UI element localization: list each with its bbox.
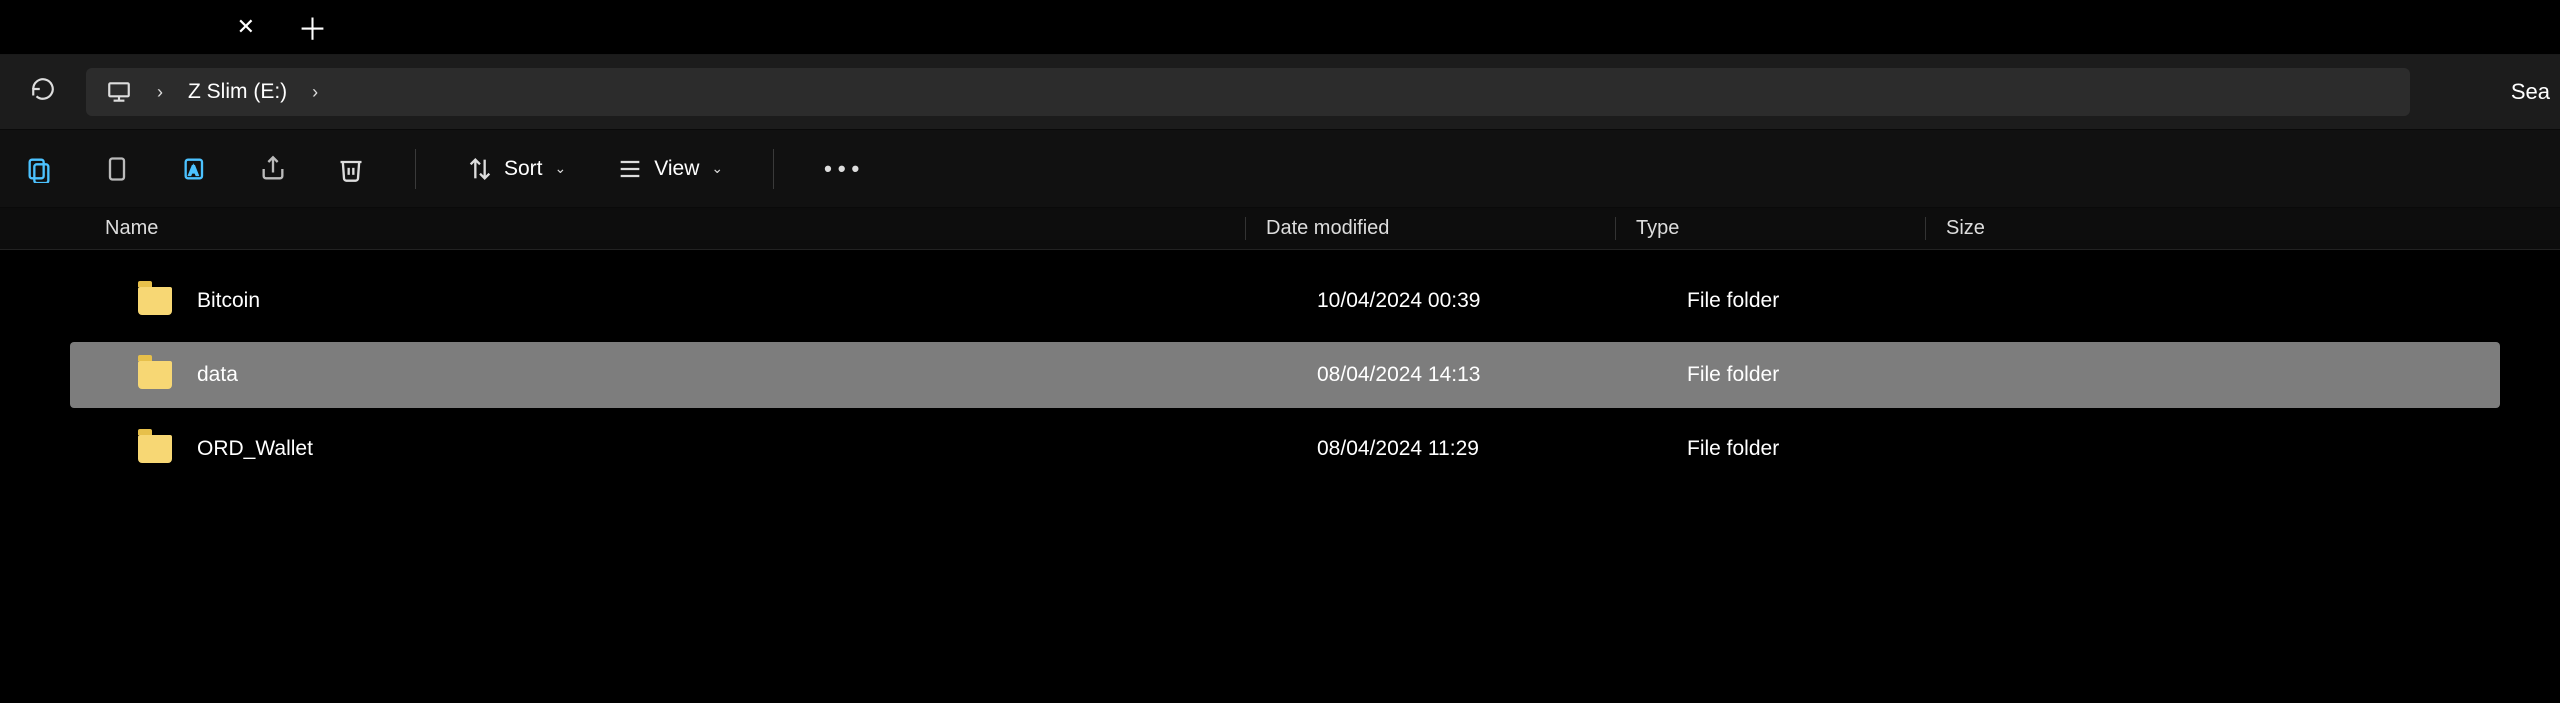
file-type: File folder (1687, 289, 1997, 313)
tab-strip: ✕ ＋ (0, 0, 2560, 55)
column-date[interactable]: Date modified (1245, 217, 1615, 240)
toolbar: A Sort ⌄ View ⌄ ••• (0, 130, 2560, 208)
copy-button[interactable]: A (181, 155, 209, 183)
address-bar-row: › Z Slim (E:) › Sea (0, 55, 2560, 130)
sort-label: Sort (504, 157, 543, 181)
column-name[interactable]: Name (15, 217, 1245, 240)
folder-icon (138, 361, 172, 389)
column-headers: ˄ Name Date modified Type Size (0, 208, 2560, 250)
file-type: File folder (1687, 363, 1997, 387)
file-date: 08/04/2024 14:13 (1317, 363, 1687, 387)
file-date: 10/04/2024 00:39 (1317, 289, 1687, 313)
new-button[interactable] (25, 155, 53, 183)
file-name: data (197, 363, 1317, 387)
chevron-down-icon: ⌄ (555, 160, 567, 177)
separator (415, 149, 416, 189)
view-button[interactable]: View ⌄ (616, 155, 723, 183)
search-box[interactable]: Sea (2470, 79, 2560, 105)
file-date: 08/04/2024 11:29 (1317, 437, 1687, 461)
view-label: View (654, 157, 699, 181)
list-item[interactable]: ORD_Wallet 08/04/2024 11:29 File folder (70, 416, 2500, 482)
column-size[interactable]: Size (1925, 217, 2225, 240)
breadcrumb-drive[interactable]: Z Slim (E:) (188, 80, 287, 104)
chevron-down-icon: ⌄ (711, 160, 723, 177)
chevron-right-icon: › (157, 82, 163, 103)
this-pc-icon (106, 79, 132, 105)
sort-button[interactable]: Sort ⌄ (466, 155, 566, 183)
active-tab[interactable]: ✕ (0, 0, 280, 54)
file-list: Bitcoin 10/04/2024 00:39 File folder dat… (0, 250, 2560, 482)
folder-icon (138, 287, 172, 315)
new-tab-button[interactable]: ＋ (290, 5, 335, 49)
separator (773, 149, 774, 189)
list-item[interactable]: Bitcoin 10/04/2024 00:39 File folder (70, 268, 2500, 334)
sort-indicator-icon: ˄ (595, 0, 606, 3)
file-name: ORD_Wallet (197, 437, 1317, 461)
svg-text:A: A (189, 162, 198, 177)
delete-button[interactable] (337, 155, 365, 183)
folder-icon (138, 435, 172, 463)
more-button[interactable]: ••• (824, 156, 865, 182)
chevron-right-icon: › (312, 82, 318, 103)
search-placeholder: Sea (2511, 79, 2550, 105)
file-name: Bitcoin (197, 289, 1317, 313)
ellipsis-icon: ••• (824, 156, 865, 182)
file-type: File folder (1687, 437, 1997, 461)
breadcrumb[interactable]: › Z Slim (E:) › (86, 68, 2410, 116)
share-button[interactable] (259, 155, 287, 183)
column-type[interactable]: Type (1615, 217, 1925, 240)
list-item[interactable]: data 08/04/2024 14:13 File folder (70, 342, 2500, 408)
close-tab-icon[interactable]: ✕ (237, 14, 255, 40)
refresh-button[interactable] (30, 76, 56, 108)
cut-button[interactable] (103, 155, 131, 183)
